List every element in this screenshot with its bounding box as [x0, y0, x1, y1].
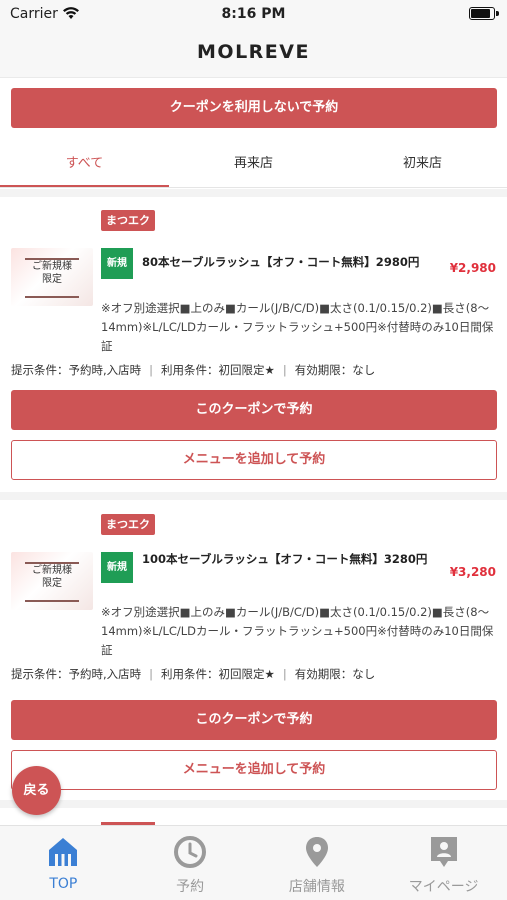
- validity-period: 有効期限：なし: [294, 363, 376, 377]
- page-title: MOLREVE: [197, 41, 310, 63]
- usage-condition: 利用条件：初回限定★: [161, 363, 275, 377]
- coupon-description: ※オフ別途選択■上のみ■カール(J/B/C/D)■太さ(0.1/0.15/0.2…: [101, 301, 494, 353]
- coupon-filter-tabs: すべて 再来店 初来店: [0, 142, 507, 188]
- category-tag: まつエク: [101, 210, 155, 231]
- new-customer-badge: 新規: [101, 552, 133, 583]
- add-menu-reserve-button[interactable]: メニューを追加して予約: [11, 440, 497, 480]
- navigation-bar: MOLREVE: [0, 30, 507, 78]
- tab-first-visit[interactable]: 初来店: [338, 142, 507, 187]
- back-button[interactable]: 戻る: [12, 766, 61, 815]
- bottom-tab-bar: TOP 予約 店舗情報 マイページ: [0, 825, 507, 900]
- thumbnail-text: ご新規様 限定: [32, 261, 72, 285]
- profile-icon: [430, 837, 457, 867]
- reserve-with-coupon-button[interactable]: このクーポンで予約: [11, 700, 497, 740]
- coupon-price: ¥2,980: [449, 261, 496, 275]
- coupon-description: ※オフ別途選択■上のみ■カール(J/B/C/D)■太さ(0.1/0.15/0.2…: [101, 605, 494, 657]
- home-icon: [49, 838, 78, 866]
- location-pin-icon: [305, 837, 328, 867]
- coupon-price: ¥3,280: [449, 565, 496, 579]
- reserve-with-coupon-button[interactable]: このクーポンで予約: [11, 390, 497, 430]
- coupon-conditions: 提示条件：予約時,入店時 | 利用条件：初回限定★ | 有効期限：なし: [11, 667, 376, 681]
- validity-period: 有効期限：なし: [294, 667, 376, 681]
- presentation-condition: 提示条件：予約時,入店時: [11, 667, 142, 681]
- tab-bar-top[interactable]: TOP: [0, 826, 127, 900]
- status-bar: Carrier 8:16 PM: [0, 0, 507, 30]
- tab-bar-label: 店舗情報: [288, 879, 345, 895]
- coupon-thumbnail: ご新規様 限定: [11, 552, 93, 610]
- thumbnail-text: ご新規様 限定: [32, 565, 72, 589]
- divider: [0, 189, 507, 197]
- coupon-card: まつエク ご新規様 限定 新規 80本セーブルラッシュ【オフ・コート無料】298…: [0, 210, 507, 510]
- tab-bar-shop-info[interactable]: 店舗情報: [254, 826, 381, 900]
- usage-condition: 利用条件：初回限定★: [161, 667, 275, 681]
- tab-bar-label: マイページ: [408, 879, 479, 895]
- tab-bar-reserve[interactable]: 予約: [127, 826, 254, 900]
- new-customer-badge: 新規: [101, 248, 133, 279]
- reserve-without-coupon-button[interactable]: クーポンを利用しないで予約: [11, 88, 497, 128]
- presentation-condition: 提示条件：予約時,入店時: [11, 363, 142, 377]
- coupon-card: まつエク ご新規様 限定 新規 100本セーブルラッシュ【オフ・コート無料】32…: [0, 514, 507, 814]
- tab-returning[interactable]: 再来店: [169, 142, 338, 187]
- clock-time: 8:16 PM: [221, 6, 286, 22]
- coupon-title: 100本セーブルラッシュ【オフ・コート無料】3280円: [142, 552, 428, 566]
- tab-all[interactable]: すべて: [0, 142, 169, 187]
- add-menu-reserve-button[interactable]: メニューを追加して予約: [11, 750, 497, 790]
- coupon-conditions: 提示条件：予約時,入店時 | 利用条件：初回限定★ | 有効期限：なし: [11, 363, 376, 377]
- divider: [0, 492, 507, 500]
- tab-bar-label: 予約: [176, 879, 205, 895]
- battery-icon: [469, 7, 499, 20]
- tab-bar-label: TOP: [49, 876, 78, 892]
- clock-icon: [174, 836, 207, 868]
- coupon-title: 80本セーブルラッシュ【オフ・コート無料】2980円: [142, 255, 420, 269]
- tab-bar-mypage[interactable]: マイページ: [380, 826, 507, 900]
- coupon-thumbnail: ご新規様 限定: [11, 248, 93, 306]
- divider: [0, 800, 507, 808]
- category-tag: まつエク: [101, 514, 155, 535]
